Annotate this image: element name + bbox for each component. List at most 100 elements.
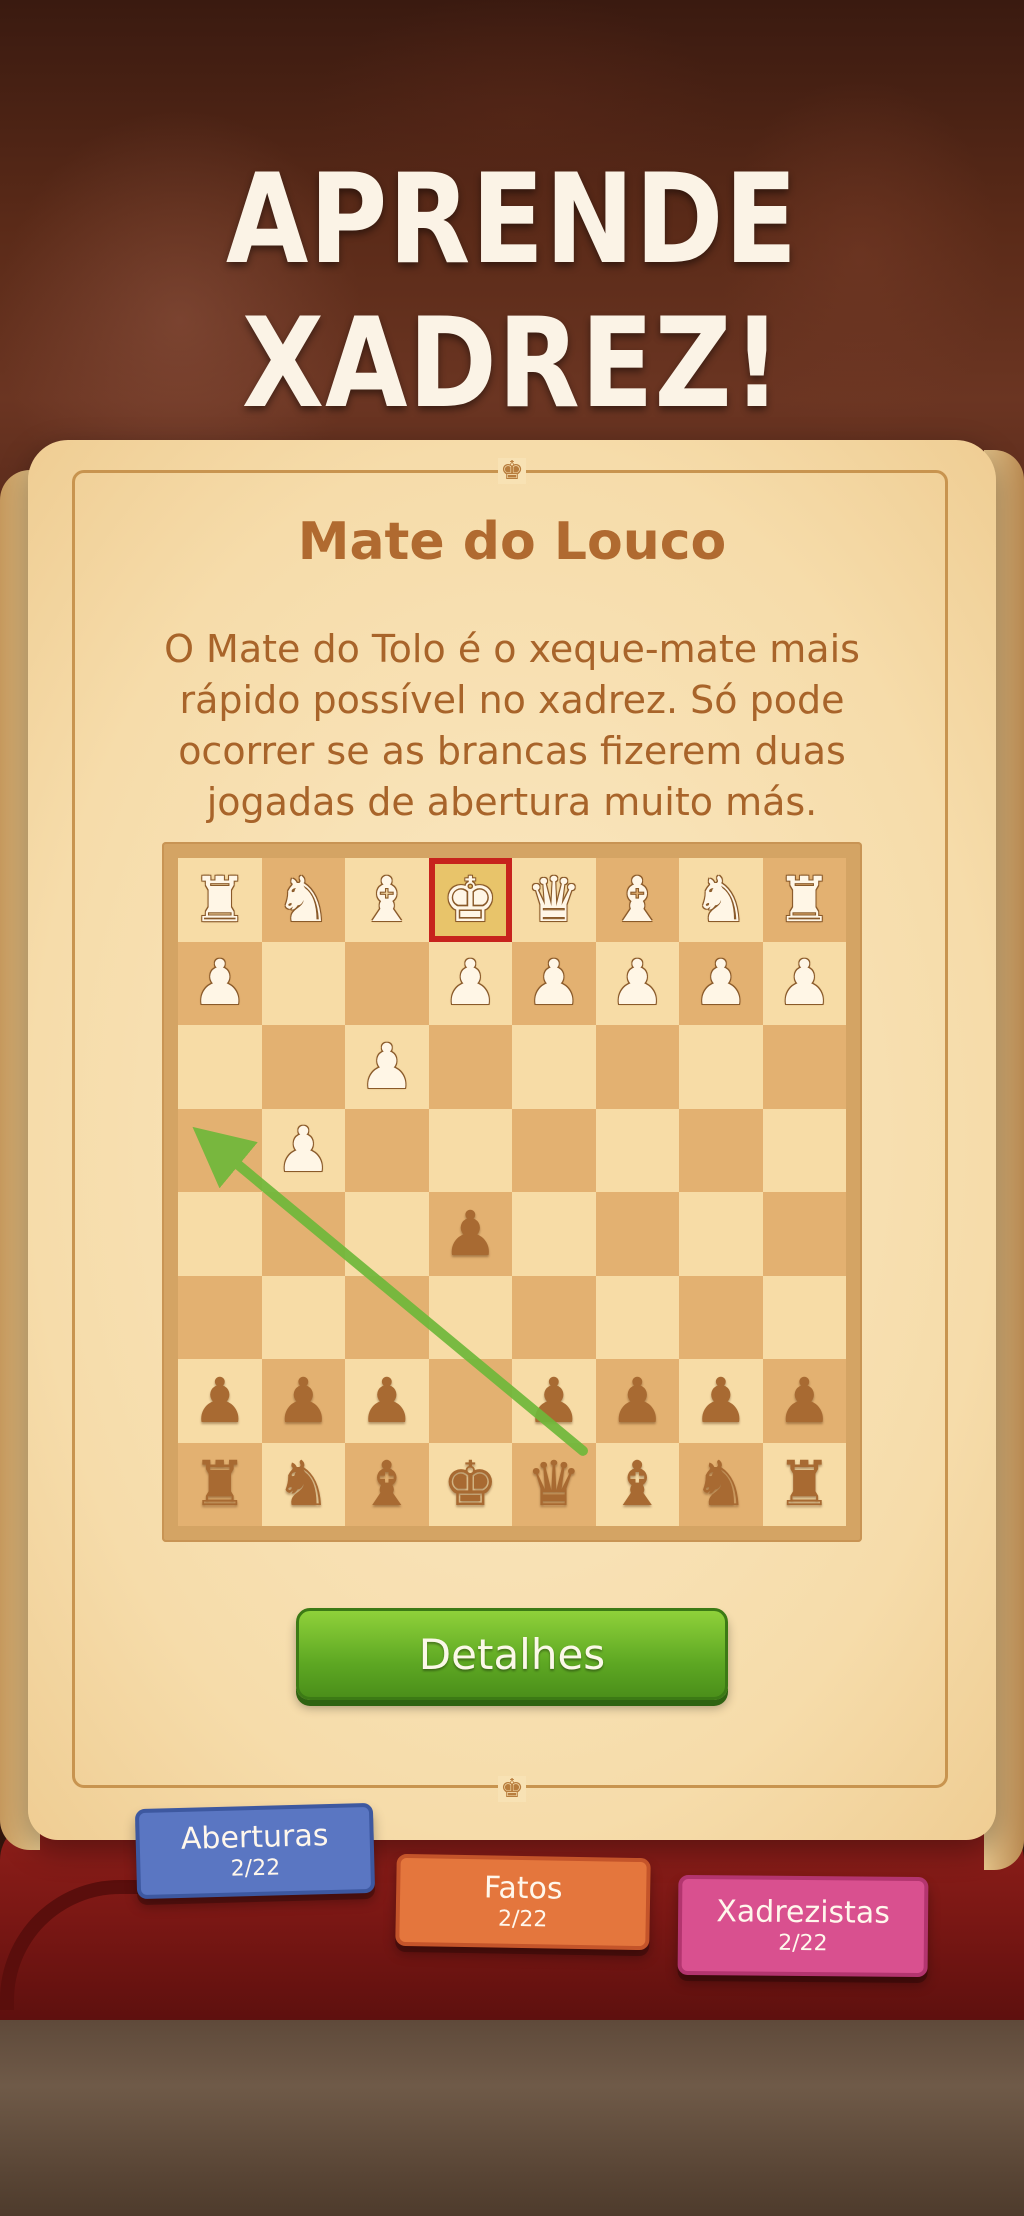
board-square[interactable] bbox=[178, 1192, 262, 1276]
board-square[interactable] bbox=[428, 1275, 512, 1359]
board-square[interactable]: ♟ bbox=[595, 1359, 679, 1443]
board-square[interactable] bbox=[762, 1025, 846, 1109]
board-square[interactable]: ♟ bbox=[261, 1359, 345, 1443]
white-pawn-icon[interactable]: ♟ bbox=[526, 952, 582, 1014]
details-button[interactable]: Detalhes bbox=[296, 1608, 728, 1700]
black-pawn-icon[interactable]: ♟ bbox=[526, 1369, 582, 1432]
chessboard[interactable]: ♜ ♞ ♝ ♚ ♛ ♝ ♞ ♜ ♟ ♟ ♟ ♟ ♟ ♟ ♟ ♟ ♟ ♟ ♟ ♟ ♟ ♟ ♟ ♟ ♜ ♞ ♝ ♚ ♛ ♝ ♞ ♜ bbox=[178, 858, 846, 1526]
board-square[interactable] bbox=[428, 1025, 512, 1109]
black-pawn-icon[interactable]: ♟ bbox=[693, 1369, 749, 1432]
board-square[interactable]: ♟ bbox=[512, 1359, 596, 1443]
board-square[interactable]: ♝ bbox=[345, 1442, 429, 1526]
board-square[interactable] bbox=[261, 1275, 345, 1359]
black-pawn-icon[interactable]: ♟ bbox=[192, 1369, 248, 1432]
board-square[interactable] bbox=[512, 1275, 596, 1359]
tab-chess-players[interactable]: Xadrezistas 2/22 bbox=[677, 1874, 929, 1978]
board-square[interactable] bbox=[178, 1275, 262, 1359]
black-rook-icon[interactable]: ♜ bbox=[192, 1453, 248, 1515]
board-square[interactable] bbox=[512, 1025, 596, 1109]
white-pawn-icon[interactable]: ♟ bbox=[609, 952, 665, 1014]
board-square[interactable] bbox=[428, 1108, 512, 1192]
board-square[interactable]: ♚ bbox=[428, 1442, 512, 1526]
board-square[interactable]: ♜ bbox=[762, 1442, 846, 1526]
board-square[interactable] bbox=[679, 1275, 763, 1359]
board-square[interactable]: ♟ bbox=[345, 1359, 429, 1443]
white-bishop-icon[interactable]: ♝ bbox=[359, 868, 415, 931]
white-pawn-icon[interactable]: ♟ bbox=[442, 952, 498, 1014]
white-rook-icon[interactable]: ♜ bbox=[192, 868, 248, 931]
board-square[interactable] bbox=[595, 1025, 679, 1109]
board-square[interactable]: ♜ bbox=[762, 858, 846, 942]
black-pawn-icon[interactable]: ♟ bbox=[776, 1369, 832, 1432]
board-square[interactable]: ♜ bbox=[178, 858, 262, 942]
white-pawn-icon[interactable]: ♟ bbox=[275, 1119, 331, 1181]
board-square[interactable]: ♟ bbox=[512, 941, 596, 1025]
board-square[interactable]: ♟ bbox=[345, 1025, 429, 1109]
board-square[interactable]: ♟ bbox=[428, 1192, 512, 1276]
board-square[interactable] bbox=[679, 1108, 763, 1192]
black-bishop-icon[interactable]: ♝ bbox=[359, 1453, 415, 1515]
board-square[interactable] bbox=[345, 1192, 429, 1276]
white-pawn-icon[interactable]: ♟ bbox=[192, 952, 248, 1014]
board-square[interactable]: ♛ bbox=[512, 858, 596, 942]
board-square[interactable]: ♟ bbox=[762, 941, 846, 1025]
board-square[interactable]: ♞ bbox=[679, 1442, 763, 1526]
board-square[interactable] bbox=[345, 941, 429, 1025]
board-square[interactable]: ♛ bbox=[512, 1442, 596, 1526]
black-king-icon[interactable]: ♚ bbox=[442, 1453, 498, 1515]
white-pawn-icon[interactable]: ♟ bbox=[776, 952, 832, 1014]
black-queen-icon[interactable]: ♛ bbox=[526, 1453, 582, 1515]
board-square[interactable]: ♜ bbox=[178, 1442, 262, 1526]
board-square[interactable]: ♟ bbox=[178, 941, 262, 1025]
black-knight-icon[interactable]: ♞ bbox=[275, 1453, 331, 1515]
black-knight-icon[interactable]: ♞ bbox=[693, 1453, 749, 1515]
black-pawn-icon[interactable]: ♟ bbox=[609, 1369, 665, 1432]
board-square[interactable] bbox=[762, 1192, 846, 1276]
white-king-icon[interactable]: ♚ bbox=[442, 868, 498, 931]
board-square[interactable] bbox=[679, 1025, 763, 1109]
board-square[interactable] bbox=[595, 1275, 679, 1359]
board-square[interactable] bbox=[762, 1108, 846, 1192]
black-pawn-icon[interactable]: ♟ bbox=[359, 1369, 415, 1432]
board-square[interactable]: ♟ bbox=[762, 1359, 846, 1443]
board-square[interactable]: ♞ bbox=[679, 858, 763, 942]
board-square[interactable] bbox=[428, 1359, 512, 1443]
board-square[interactable] bbox=[595, 1192, 679, 1276]
board-square[interactable] bbox=[178, 1108, 262, 1192]
white-knight-icon[interactable]: ♞ bbox=[693, 868, 749, 931]
board-square[interactable]: ♟ bbox=[679, 941, 763, 1025]
board-square[interactable]: ♞ bbox=[261, 1442, 345, 1526]
board-square[interactable]: ♟ bbox=[178, 1359, 262, 1443]
white-bishop-icon[interactable]: ♝ bbox=[609, 868, 665, 931]
tab-facts[interactable]: Fatos 2/22 bbox=[395, 1853, 651, 1951]
board-square[interactable] bbox=[595, 1108, 679, 1192]
board-square[interactable]: ♟ bbox=[595, 941, 679, 1025]
board-square[interactable] bbox=[178, 1025, 262, 1109]
board-square[interactable]: ♝ bbox=[345, 858, 429, 942]
white-rook-icon[interactable]: ♜ bbox=[776, 868, 832, 931]
white-pawn-icon[interactable]: ♟ bbox=[359, 1035, 415, 1098]
black-pawn-icon[interactable]: ♟ bbox=[442, 1202, 498, 1265]
board-square[interactable]: ♟ bbox=[679, 1359, 763, 1443]
board-square[interactable] bbox=[261, 941, 345, 1025]
white-queen-icon[interactable]: ♛ bbox=[526, 868, 582, 931]
white-pawn-icon[interactable]: ♟ bbox=[693, 952, 749, 1014]
black-rook-icon[interactable]: ♜ bbox=[776, 1453, 832, 1515]
board-square[interactable]: ♟ bbox=[261, 1108, 345, 1192]
board-square[interactable] bbox=[345, 1108, 429, 1192]
board-square[interactable]: ♝ bbox=[595, 1442, 679, 1526]
board-square[interactable]: ♞ bbox=[261, 858, 345, 942]
board-square[interactable]: ♝ bbox=[595, 858, 679, 942]
black-bishop-icon[interactable]: ♝ bbox=[609, 1453, 665, 1515]
board-square[interactable] bbox=[345, 1275, 429, 1359]
white-knight-icon[interactable]: ♞ bbox=[275, 868, 331, 931]
board-square[interactable]: ♟ bbox=[428, 941, 512, 1025]
board-square[interactable] bbox=[512, 1192, 596, 1276]
board-square[interactable] bbox=[261, 1025, 345, 1109]
board-square[interactable] bbox=[512, 1108, 596, 1192]
board-square[interactable] bbox=[762, 1275, 846, 1359]
tab-openings[interactable]: Aberturas 2/22 bbox=[134, 1802, 376, 1900]
board-square[interactable] bbox=[679, 1192, 763, 1276]
black-pawn-icon[interactable]: ♟ bbox=[275, 1369, 331, 1432]
board-square[interactable]: ♚ bbox=[428, 858, 512, 942]
